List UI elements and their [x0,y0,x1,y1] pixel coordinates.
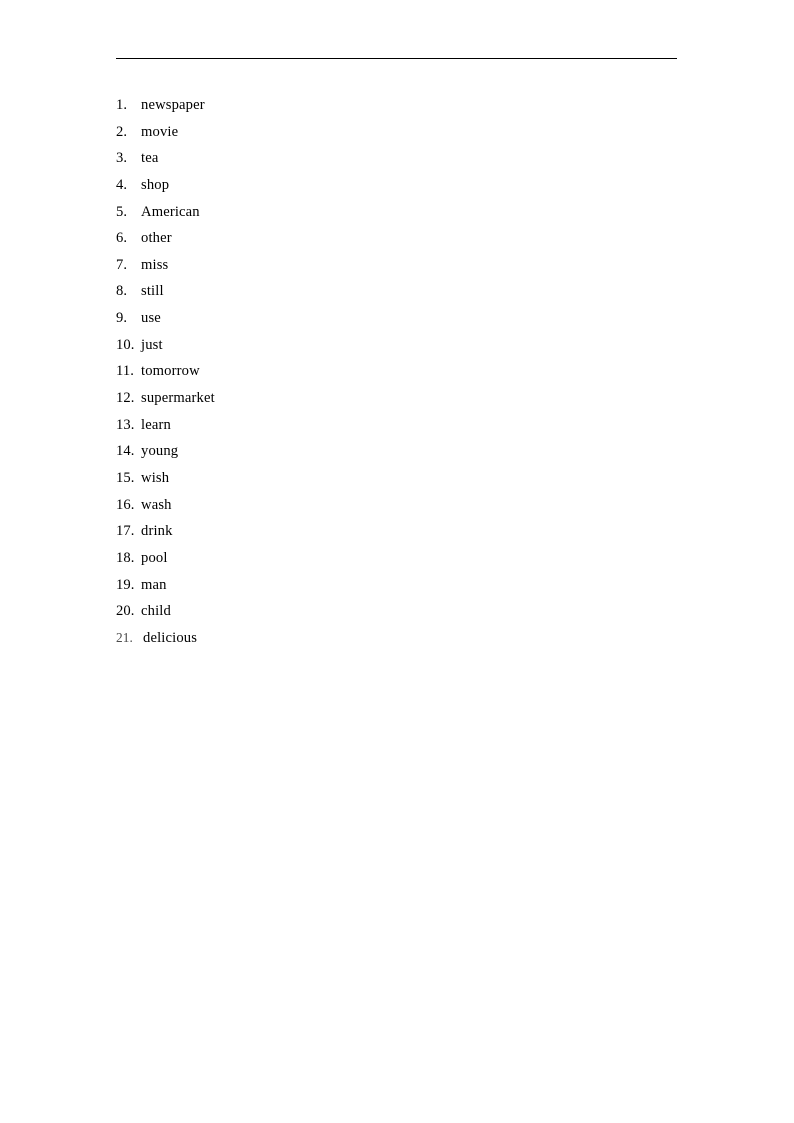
word-list-item-text: shop [141,176,170,193]
word-list-item-number: 1. [116,97,128,113]
word-list-item-text: supermarket [141,390,215,407]
word-list-item: 15. wish [116,465,677,492]
word-list-item-text: use [141,310,161,327]
document-page: 1. newspaper 2. movie 3. tea 4. shop 5. American 6… [0,0,794,1123]
word-list-item-number: 8. [116,283,128,300]
word-list-item: 4. shop [116,172,677,199]
word-list-item-number: 14. [116,443,135,460]
vocabulary-word-list: 1. newspaper 2. movie 3. tea 4. shop 5. American 6… [116,92,677,651]
word-list-item-number: 17. [116,523,135,540]
word-list-item-text: young [141,443,179,460]
word-list-item: 11. tomorrow [116,358,677,385]
word-list-item-text: delicious [143,629,198,646]
word-list-item-text: learn [141,416,171,433]
header-horizontal-rule [116,58,677,59]
word-list-item-text: child [141,603,171,620]
word-list-item: 10. just [116,332,677,359]
word-list-item-text: tomorrow [141,363,200,380]
word-list-item-number: 2. [116,123,128,140]
word-list-item-text: newspaper [141,97,205,113]
word-list-item-number: 19. [116,576,135,593]
word-list-item-text: man [141,576,167,593]
word-list-item: 8. still [116,278,677,305]
word-list-item-text: tea [141,150,159,167]
word-list-item-text: still [141,283,164,300]
word-list-item-text: wash [141,496,172,513]
word-list-item: 18. pool [116,545,677,572]
word-list-item-text: wish [141,469,170,486]
word-list-item: 12. supermarket [116,385,677,412]
word-list-item-number: 9. [116,310,128,327]
word-list-item-number: 21. [116,629,133,645]
word-list-item-number: 20. [116,603,135,620]
word-list-item: 6. other [116,225,677,252]
word-list-item-text: drink [141,523,173,540]
word-list-item-number: 3. [116,150,128,167]
word-list-item-text: American [141,203,200,220]
word-list-item: 9. use [116,305,677,332]
word-list-item-text: miss [141,256,169,273]
word-list-item: 21. delicious [116,625,677,652]
word-list-item: 20. child [116,598,677,625]
word-list-item-number: 11. [116,363,135,380]
word-list-item-text: other [141,230,172,247]
word-list-item-number: 4. [116,176,128,193]
word-list-item: 5. American [116,199,677,226]
word-list-item-text: just [141,336,163,353]
word-list-item-text: movie [141,123,179,140]
word-list-item: 19. man [116,572,677,599]
word-list-item-number: 12. [116,390,135,407]
word-list-item-number: 6. [116,230,128,247]
word-list-item: 7. miss [116,252,677,279]
word-list-item-number: 18. [116,549,135,566]
word-list-item: 1. newspaper [116,92,677,119]
word-list-item: 3. tea [116,145,677,172]
word-list-item-number: 15. [116,469,135,486]
word-list-item: 16. wash [116,492,677,519]
word-list-item-text: pool [141,549,168,566]
word-list-item: 17. drink [116,518,677,545]
word-list-item: 14. young [116,438,677,465]
word-list-item: 13. learn [116,412,677,439]
word-list-item-number: 10. [116,336,135,353]
word-list-item-number: 13. [116,416,135,433]
word-list-item-number: 5. [116,203,128,220]
word-list-item-number: 16. [116,496,135,513]
word-list-item-number: 7. [116,256,128,273]
word-list-item: 2. movie [116,119,677,146]
